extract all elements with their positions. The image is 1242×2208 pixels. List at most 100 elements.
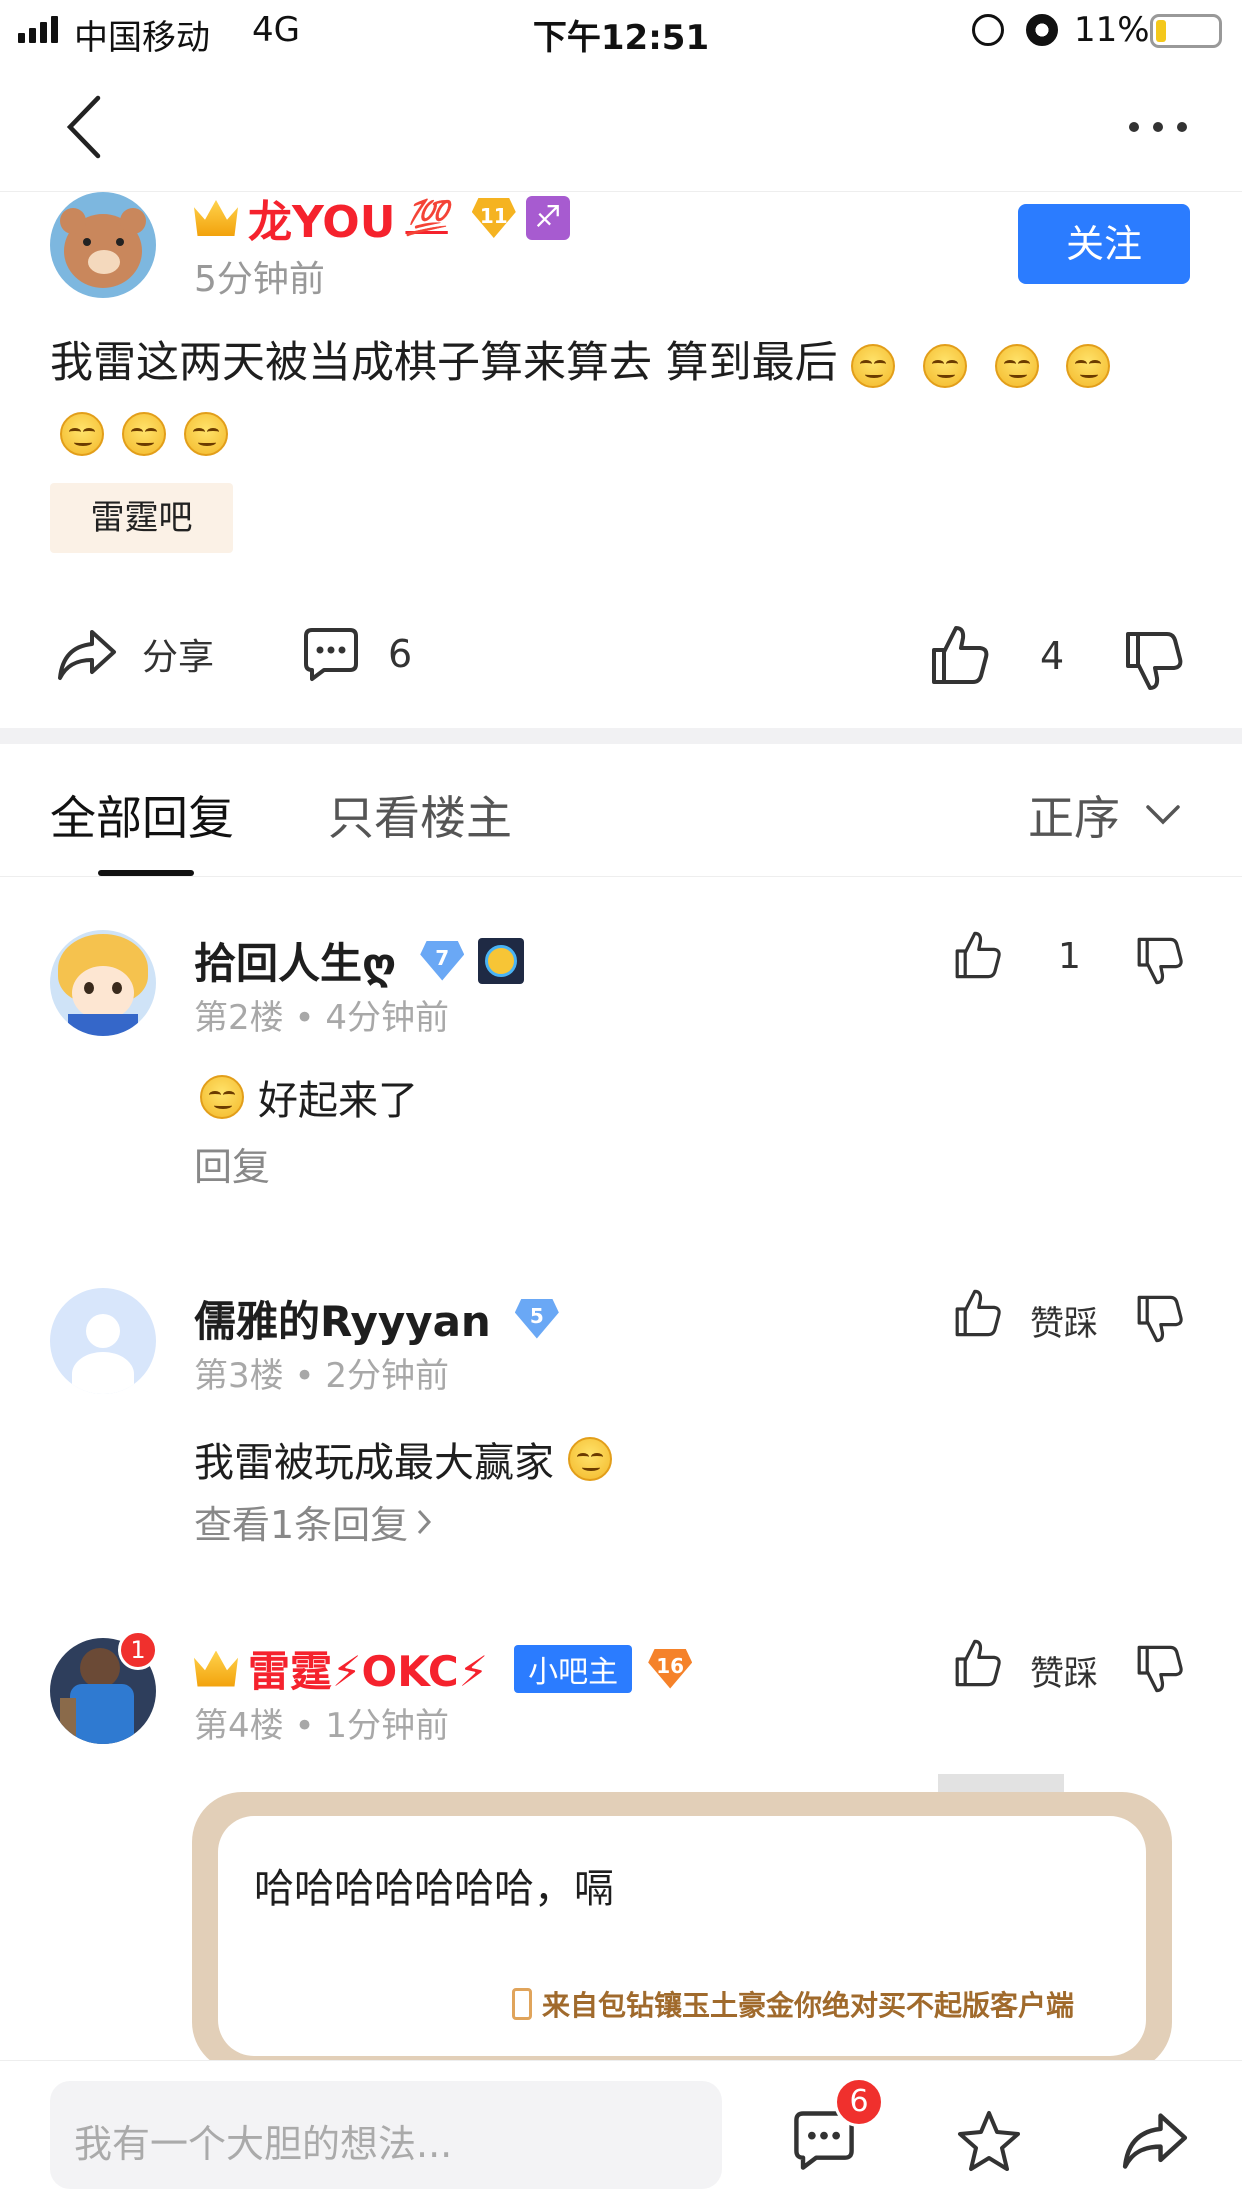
level-badge: 11	[471, 198, 516, 238]
share-icon[interactable]	[1120, 2109, 1190, 2171]
tab-owner-only[interactable]: 只看楼主	[328, 782, 512, 848]
rotation-lock-icon	[972, 14, 1004, 46]
sort-dropdown[interactable]: 正序	[1028, 782, 1180, 848]
battery-percent: 11%	[1074, 10, 1150, 50]
floor-label: 第2楼	[194, 998, 284, 1038]
comment-time: 4分钟前	[325, 998, 449, 1038]
dislike-icon[interactable]	[1124, 630, 1184, 692]
comment-card: 哈哈哈哈哈哈哈，嗝 来自包钻镶玉土豪金你绝对买不起版客户端	[192, 1792, 1172, 2072]
reply-input[interactable]: 我有一个大胆的想法...	[50, 2081, 722, 2189]
author-row: 龙YOU 💯 11 ♐	[194, 186, 570, 250]
comment-meta: 第3楼 • 2分钟前	[194, 1356, 449, 1396]
card-text: 哈哈哈哈哈哈哈，嗝	[254, 1866, 614, 1912]
dislike-icon[interactable]	[1136, 1644, 1184, 1694]
smug-emoji-icon	[994, 343, 1039, 388]
smug-emoji-icon	[200, 1075, 244, 1119]
vote-label: 赞踩	[1030, 1654, 1098, 1694]
notification-badge: 1	[118, 1630, 158, 1670]
like-icon[interactable]	[954, 1638, 1002, 1688]
dislike-icon[interactable]	[1136, 1294, 1184, 1344]
comment-meta: 第2楼 • 4分钟前	[194, 998, 449, 1038]
commenter-row: 拾回人生ღ 7	[194, 930, 525, 991]
post-content: 我雷这两天被当成棋子算来算去 算到最后	[50, 335, 1200, 391]
author-name[interactable]: 龙YOU	[248, 186, 395, 250]
level-badge: 7	[420, 940, 465, 981]
comment-item: 拾回人生ღ 7 第2楼 • 4分钟前 1 好起来了 回复	[0, 920, 1242, 1240]
comment-item: 儒雅的Ryyyan 5 第3楼 • 2分钟前 赞踩 我雷被玩成最大赢家 查看1条…	[0, 1280, 1242, 1580]
medal-icon	[478, 937, 525, 984]
reply-link[interactable]: 回复	[194, 1136, 270, 1191]
comment-text-row: 我雷被玩成最大赢家	[194, 1430, 612, 1488]
commenter-name[interactable]: 雷霆⚡OKC⚡	[248, 1638, 488, 1699]
comment-time: 1分钟前	[325, 1706, 449, 1746]
comment-count: 6	[388, 632, 413, 676]
smug-emoji-icon	[923, 343, 968, 388]
commenter-row: 儒雅的Ryyyan 5	[194, 1288, 559, 1349]
battery-icon	[1150, 14, 1222, 48]
comment-time: 2分钟前	[325, 1356, 449, 1396]
moderator-badge: 小吧主	[514, 1644, 633, 1693]
sort-label: 正序	[1028, 791, 1120, 845]
commenter-avatar[interactable]	[50, 1288, 156, 1394]
emoji-row	[60, 412, 228, 456]
author-avatar[interactable]	[50, 192, 156, 298]
smug-emoji-icon	[184, 412, 228, 456]
back-icon[interactable]	[44, 87, 124, 167]
like-icon[interactable]	[954, 1288, 1002, 1338]
comment-text: 我雷被玩成最大赢家	[194, 1440, 554, 1486]
smug-emoji-icon	[122, 412, 166, 456]
dislike-icon[interactable]	[1136, 936, 1184, 986]
comment-text: 好起来了	[258, 1078, 418, 1124]
like-icon[interactable]	[954, 930, 1002, 980]
floor-label: 第4楼	[194, 1706, 284, 1746]
sagittarius-icon: ♐	[525, 196, 570, 240]
commenter-name[interactable]: 儒雅的Ryyyan	[194, 1288, 491, 1349]
like-count: 1	[1058, 936, 1081, 977]
commenter-row: 雷霆⚡OKC⚡ 小吧主 16	[194, 1638, 693, 1699]
tab-divider	[0, 876, 1242, 877]
alarm-icon	[1026, 14, 1058, 46]
like-icon[interactable]	[930, 624, 990, 686]
floor-label: 第3楼	[194, 1356, 284, 1396]
commenter-avatar[interactable]	[50, 930, 156, 1036]
status-bar: 中国移动 4G 下午12:51 11%	[0, 0, 1242, 62]
forum-tag[interactable]: 雷霆吧	[50, 483, 233, 553]
comment-icon	[304, 628, 358, 681]
share-button[interactable]: 分享	[56, 626, 214, 682]
reply-placeholder: 我有一个大胆的想法...	[74, 2122, 453, 2166]
smug-emoji-icon	[1066, 343, 1111, 388]
smug-emoji-icon	[568, 1437, 612, 1481]
phone-icon	[512, 1988, 532, 2020]
crown-icon	[194, 200, 238, 236]
messages-badge: 6	[834, 2077, 884, 2127]
share-label: 分享	[142, 637, 215, 678]
more-icon[interactable]	[1110, 102, 1206, 152]
view-replies-link[interactable]: 查看1条回复	[194, 1494, 432, 1549]
chevron-down-icon	[1146, 805, 1180, 825]
favorite-star-icon[interactable]	[956, 2109, 1022, 2173]
view-replies-label: 查看1条回复	[194, 1503, 409, 1547]
hundred-emoji-icon: 💯	[405, 198, 448, 238]
commenter-name[interactable]: 拾回人生ღ	[194, 930, 396, 991]
bottom-bar: 我有一个大胆的想法... 6	[0, 2060, 1242, 2208]
level-badge: 5	[514, 1298, 559, 1339]
comment-text-row: 好起来了	[200, 1068, 418, 1126]
section-divider	[0, 728, 1242, 744]
tab-all-replies[interactable]: 全部回复	[50, 782, 234, 848]
nav-bar	[0, 62, 1242, 192]
smug-emoji-icon	[60, 412, 104, 456]
follow-button[interactable]: 关注	[1018, 204, 1190, 284]
comment-button[interactable]: 6	[302, 626, 412, 682]
comment-meta: 第4楼 • 1分钟前	[194, 1706, 449, 1746]
comment-item: 1 雷霆⚡OKC⚡ 小吧主 16 第4楼 • 1分钟前 赞踩 哈哈哈哈哈哈哈，嗝…	[0, 1630, 1242, 2072]
crown-icon	[194, 1650, 238, 1687]
like-count: 4	[1040, 634, 1065, 678]
client-signature: 来自包钻镶玉土豪金你绝对买不起版客户端	[512, 1984, 1074, 2024]
level-badge: 16	[648, 1648, 693, 1689]
post-text: 我雷这两天被当成棋子算来算去 算到最后	[50, 338, 838, 388]
vote-label: 赞踩	[1030, 1304, 1098, 1344]
share-icon	[58, 630, 116, 680]
smug-emoji-icon	[851, 343, 896, 388]
chevron-right-icon	[418, 1509, 432, 1534]
client-text: 来自包钻镶玉土豪金你绝对买不起版客户端	[542, 1989, 1075, 2022]
